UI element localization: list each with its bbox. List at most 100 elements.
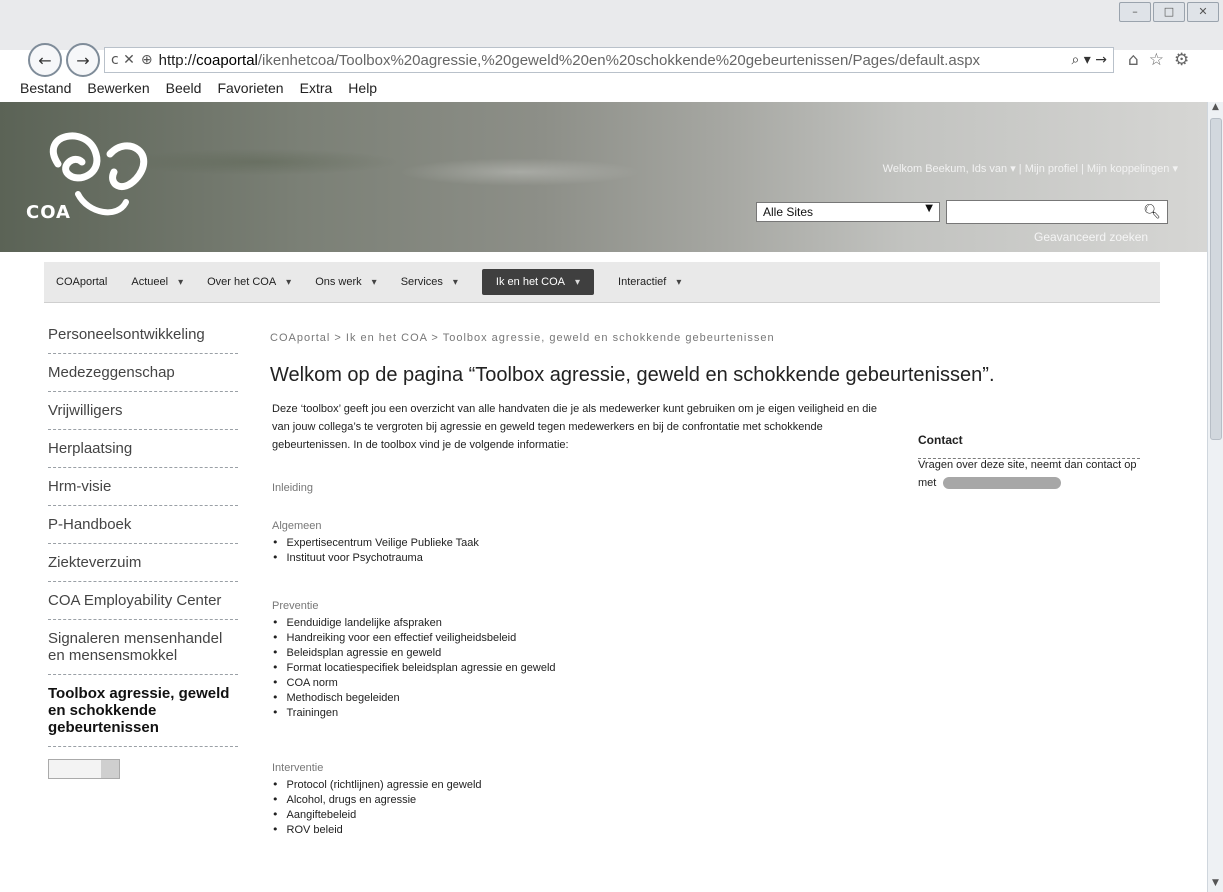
menu-beeld[interactable]: Beeld	[166, 80, 202, 102]
topnav-ons-werk[interactable]: Ons werk ▾	[303, 262, 389, 302]
site-search-input[interactable]	[949, 202, 1143, 224]
leftnav-signaleren-mensenhandel[interactable]: Signaleren mensenhandel en mensensmokkel	[48, 620, 238, 675]
topnav-label: Ons werk	[315, 276, 362, 288]
chevron-down-icon: ▾	[286, 276, 292, 288]
leftnav-p-handboek[interactable]: P-Handboek	[48, 506, 238, 544]
browser-menubar: Bestand Bewerken Beeld Favorieten Extra …	[20, 80, 377, 102]
list-item[interactable]: Instituut voor Psychotrauma	[272, 551, 479, 564]
url-text[interactable]: http://coaportal/ikenhetcoa/Toolbox%20ag…	[159, 52, 1064, 69]
topnav-ik-en-het-coa[interactable]: Ik en het COA ▾	[481, 269, 595, 295]
top-navigation: COAportal Actueel ▾ Over het COA ▾ Ons w…	[44, 262, 1160, 303]
section-label: Algemeen	[272, 520, 322, 532]
section-label: Interventie	[272, 762, 324, 774]
section-interventie: Interventie Protocol (richtlijnen) agres…	[272, 762, 482, 838]
menu-bestand[interactable]: Bestand	[20, 80, 71, 102]
list-item[interactable]: Aangiftebeleid	[272, 808, 482, 821]
address-bar[interactable]: c ✕ ⊕ http://coaportal/ikenhetcoa/Toolbo…	[104, 47, 1114, 73]
leftnav-small-control[interactable]	[48, 759, 120, 779]
topnav-services[interactable]: Services ▾	[389, 262, 470, 302]
list-item[interactable]: ROV beleid	[272, 823, 482, 836]
site-search-box[interactable]: 🔍︎	[946, 200, 1168, 224]
topnav-over-het-coa[interactable]: Over het COA ▾	[195, 262, 303, 302]
chevron-down-icon: ▼	[925, 203, 933, 214]
browser-toolbar-icons: ⌂ ☆ ⚙	[1128, 50, 1189, 70]
page-title: Welkom op de pagina “Toolbox agressie, g…	[270, 364, 995, 386]
list-item[interactable]: Trainingen	[272, 706, 556, 719]
list-item[interactable]: Eenduidige landelijke afspraken	[272, 616, 556, 629]
section-label: Preventie	[272, 600, 319, 612]
list-item[interactable]: COA norm	[272, 676, 556, 689]
scroll-thumb[interactable]	[1210, 118, 1222, 440]
url-path: /ikenhetcoa/Toolbox%20agressie,%20geweld…	[257, 51, 981, 69]
list-item[interactable]: Beleidsplan agressie en geweld	[272, 646, 556, 659]
browser-nav-row: ← → c ✕ ⊕ http://coaportal/ikenhetcoa/To…	[28, 42, 1223, 78]
list-item[interactable]: Format locatiespecifiek beleidsplan agre…	[272, 661, 556, 674]
leftnav-hrm-visie[interactable]: Hrm-visie	[48, 468, 238, 506]
leftnav-ziekteverzuim[interactable]: Ziekteverzuim	[48, 544, 238, 582]
section-algemeen: Algemeen Expertisecentrum Veilige Publie…	[272, 520, 479, 566]
address-search-icon[interactable]: ⌕ ▾ →	[1072, 52, 1108, 68]
section-preventie: Preventie Eenduidige landelijke afsprake…	[272, 600, 556, 721]
leftnav-toolbox-agressie[interactable]: Toolbox agressie, geweld en schokkende g…	[48, 675, 238, 747]
contact-text: Vragen over deze site, neemt dan contact…	[918, 456, 1148, 492]
logo-text: COA	[26, 202, 71, 223]
section-inleiding: Inleiding	[272, 482, 313, 498]
url-scheme: http://	[158, 51, 197, 69]
site-scope-value: Alle Sites	[763, 205, 814, 219]
scroll-up-arrow-icon[interactable]: ▲	[1208, 102, 1223, 116]
list-item[interactable]: Handreiking voor een effectief veilighei…	[272, 631, 556, 644]
search-icon[interactable]: 🔍︎	[1143, 204, 1161, 220]
menu-favorieten[interactable]: Favorieten	[217, 80, 283, 102]
redacted-contact-link[interactable]	[943, 477, 1062, 490]
forward-arrow-icon[interactable]: →	[66, 43, 100, 77]
gear-icon[interactable]: ⚙	[1174, 50, 1189, 70]
leftnav-herplaatsing[interactable]: Herplaatsing	[48, 430, 238, 468]
left-navigation: Personeelsontwikkeling Medezeggenschap V…	[48, 316, 238, 779]
topnav-label: Ik en het COA	[495, 276, 566, 288]
advanced-search-link[interactable]: Geavanceerd zoeken	[1034, 230, 1148, 244]
coa-logo-icon	[49, 132, 147, 216]
site-scope-select[interactable]: Alle Sites ▼	[756, 202, 940, 222]
leftnav-employability-center[interactable]: COA Employability Center	[48, 582, 238, 620]
contact-title: Contact	[918, 433, 963, 447]
header-banner: COA Welkom Beekum, Ids van ▾ | Mijn prof…	[0, 102, 1208, 252]
maximize-icon[interactable]: □	[1153, 2, 1185, 22]
topnav-label: Interactief	[618, 276, 667, 288]
topnav-label: COAportal	[56, 276, 108, 288]
list-item[interactable]: Alcohol, drugs en agressie	[272, 793, 482, 806]
topnav-coaportal[interactable]: COAportal	[44, 262, 119, 302]
breadcrumb[interactable]: COAportal > Ik en het COA > Toolbox agre…	[270, 332, 775, 344]
topnav-label: Services	[400, 276, 443, 288]
topnav-label: Over het COA	[207, 276, 277, 288]
scroll-down-arrow-icon[interactable]: ▼	[1208, 878, 1223, 892]
star-icon[interactable]: ☆	[1149, 50, 1164, 70]
leftnav-medezeggenschap[interactable]: Medezeggenschap	[48, 354, 238, 392]
close-icon[interactable]: ✕	[1187, 2, 1219, 22]
leftnav-personeelsontwikkeling[interactable]: Personeelsontwikkeling	[48, 316, 238, 354]
topnav-label: Actueel	[131, 276, 169, 288]
list-item[interactable]: Methodisch begeleiden	[272, 691, 556, 704]
topnav-actueel[interactable]: Actueel ▾	[119, 262, 195, 302]
page-globe-icon: ⊕	[140, 52, 153, 68]
page-scrollbar[interactable]: ▲ ▼	[1207, 102, 1223, 892]
page-viewport: COA Welkom Beekum, Ids van ▾ | Mijn prof…	[0, 102, 1208, 892]
back-arrow-icon[interactable]: ←	[28, 43, 62, 77]
topnav-interactief[interactable]: Interactief ▾	[606, 262, 693, 302]
leftnav-vrijwilligers[interactable]: Vrijwilligers	[48, 392, 238, 430]
menu-bewerken[interactable]: Bewerken	[87, 80, 149, 102]
chevron-down-icon: ▾	[452, 276, 458, 288]
list-item[interactable]: Expertisecentrum Veilige Publieke Taak	[272, 536, 479, 549]
menu-extra[interactable]: Extra	[300, 80, 333, 102]
chevron-down-icon: ▾	[178, 276, 184, 288]
home-icon[interactable]: ⌂	[1128, 50, 1139, 70]
chevron-down-icon: ▾	[575, 276, 581, 288]
minimize-icon[interactable]: –	[1119, 2, 1151, 22]
section-label[interactable]: Inleiding	[272, 482, 313, 494]
chevron-down-icon: ▾	[371, 276, 377, 288]
address-controls[interactable]: c ✕	[111, 52, 135, 68]
url-host: coaportal	[196, 51, 258, 69]
window-controls: – □ ✕	[1119, 2, 1219, 22]
menu-help[interactable]: Help	[348, 80, 377, 102]
list-item[interactable]: Protocol (richtlijnen) agressie en gewel…	[272, 778, 482, 791]
welcome-bar[interactable]: Welkom Beekum, Ids van ▾ | Mijn profiel …	[883, 162, 1178, 175]
